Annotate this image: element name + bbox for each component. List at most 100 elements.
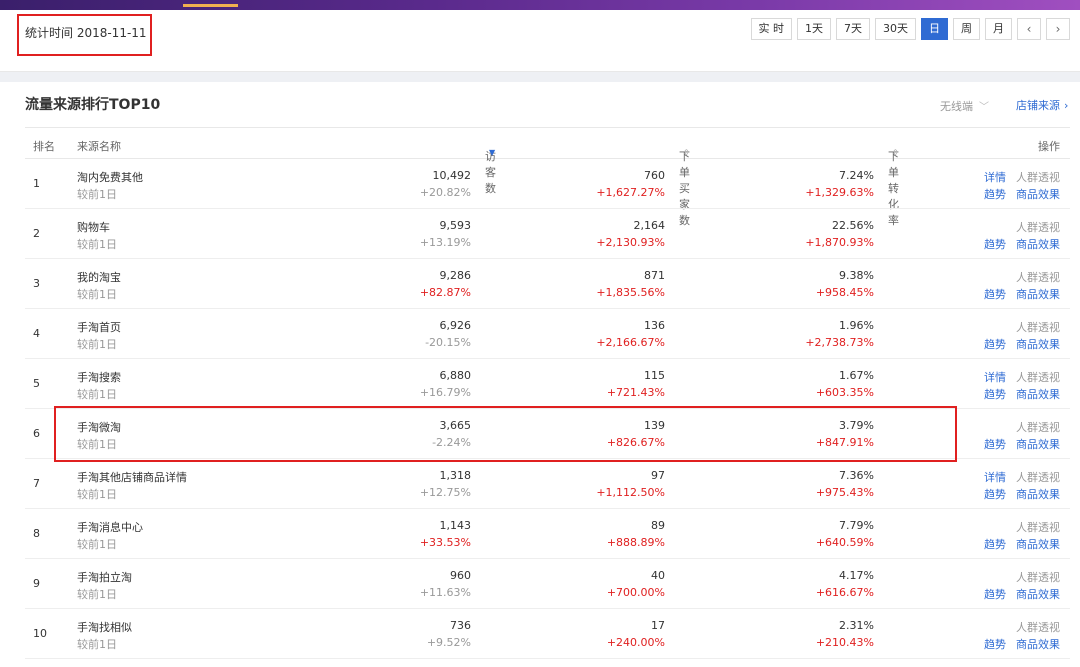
row-conversion: 7.24% xyxy=(839,169,874,182)
product-effect-link[interactable]: 商品效果 xyxy=(1016,538,1060,551)
row-visitors-change: -20.15% xyxy=(425,336,471,349)
row-source-name: 手淘微淘 xyxy=(77,421,121,434)
device-select[interactable]: 无线端 ﹀ xyxy=(940,98,989,114)
row-conversion: 7.79% xyxy=(839,519,874,532)
detail-link[interactable]: 详情 xyxy=(984,171,1006,184)
product-effect-link[interactable]: 商品效果 xyxy=(1016,288,1060,301)
stat-date-label: 统计时间 2018-11-11 xyxy=(25,26,147,40)
row-buyers: 136 xyxy=(644,319,665,332)
trend-link[interactable]: 趋势 xyxy=(984,638,1006,651)
row-buyers-change: +1,112.50% xyxy=(596,486,665,499)
crowd-link[interactable]: 人群透视 xyxy=(1016,321,1060,334)
product-effect-link[interactable]: 商品效果 xyxy=(1016,388,1060,401)
product-effect-link[interactable]: 商品效果 xyxy=(1016,238,1060,251)
next-arrow-icon[interactable]: › xyxy=(1046,18,1070,40)
product-effect-link[interactable]: 商品效果 xyxy=(1016,438,1060,451)
tab-day[interactable]: 日 xyxy=(921,18,948,40)
row-visitors-change: +12.75% xyxy=(419,486,471,499)
row-ops-bottom: 趋势 商品效果 xyxy=(974,386,1060,402)
crowd-link[interactable]: 人群透视 xyxy=(1016,621,1060,634)
row-conversion-change: +1,870.93% xyxy=(805,236,874,249)
row-ops-bottom: 趋势 商品效果 xyxy=(974,286,1060,302)
row-source-name: 淘内免费其他 xyxy=(77,171,143,184)
trend-link[interactable]: 趋势 xyxy=(984,238,1006,251)
product-effect-link[interactable]: 商品效果 xyxy=(1016,338,1060,351)
row-ops-top: 人群透视 xyxy=(1006,519,1060,535)
device-select-label: 无线端 xyxy=(940,100,973,113)
col-source-name: 来源名称 xyxy=(77,140,121,153)
row-compare-label: 较前1日 xyxy=(77,588,117,601)
row-buyers-change: +1,627.27% xyxy=(596,186,665,199)
row-buyers: 760 xyxy=(644,169,665,182)
crowd-link[interactable]: 人群透视 xyxy=(1016,171,1060,184)
table-header: 排名 来源名称 访客数 ▼ 下单买家数 ⇕ 下单转化率 ⇕ 操作 xyxy=(25,127,1070,227)
crowd-link[interactable]: 人群透视 xyxy=(1016,521,1060,534)
row-conversion-change: +603.35% xyxy=(815,386,874,399)
row-conversion: 7.36% xyxy=(839,469,874,482)
row-compare-label: 较前1日 xyxy=(77,338,117,351)
trend-link[interactable]: 趋势 xyxy=(984,388,1006,401)
table-body: 1 淘内免费其他 较前1日 10,492 +20.82% 760 +1,627.27% 7.2… xyxy=(25,159,1070,659)
trend-link[interactable]: 趋势 xyxy=(984,488,1006,501)
crowd-link[interactable]: 人群透视 xyxy=(1016,571,1060,584)
row-buyers: 17 xyxy=(651,619,665,632)
row-rank: 9 xyxy=(33,577,40,590)
product-effect-link[interactable]: 商品效果 xyxy=(1016,488,1060,501)
row-visitors: 1,318 xyxy=(439,469,472,482)
prev-arrow-icon[interactable]: ‹ xyxy=(1017,18,1041,40)
row-ops-top: 人群透视 xyxy=(1006,269,1060,285)
row-visitors: 960 xyxy=(450,569,471,582)
product-effect-link[interactable]: 商品效果 xyxy=(1016,588,1060,601)
row-compare-label: 较前1日 xyxy=(77,538,117,551)
row-conversion: 9.38% xyxy=(839,269,874,282)
row-compare-label: 较前1日 xyxy=(77,288,117,301)
row-visitors-change: -2.24% xyxy=(432,436,471,449)
tab-month[interactable]: 月 xyxy=(985,18,1012,40)
tab-30days[interactable]: 30天 xyxy=(875,18,916,40)
crowd-link[interactable]: 人群透视 xyxy=(1016,221,1060,234)
row-visitors: 10,492 xyxy=(432,169,472,182)
crowd-link[interactable]: 人群透视 xyxy=(1016,471,1060,484)
row-rank: 6 xyxy=(33,427,40,440)
row-conversion-change: +975.43% xyxy=(815,486,874,499)
tab-7days[interactable]: 7天 xyxy=(836,18,870,40)
trend-link[interactable]: 趋势 xyxy=(984,338,1006,351)
table-row: 10 手淘找相似 较前1日 736 +9.52% 17 +240.00% 2.31% +210.… xyxy=(25,609,1070,659)
trend-link[interactable]: 趋势 xyxy=(984,438,1006,451)
tab-realtime[interactable]: 实 时 xyxy=(750,18,792,40)
crowd-link[interactable]: 人群透视 xyxy=(1016,271,1060,284)
row-conversion-change: +210.43% xyxy=(815,636,874,649)
row-conversion: 22.56% xyxy=(832,219,874,232)
crowd-link[interactable]: 人群透视 xyxy=(1016,421,1060,434)
row-ops-top: 详情 人群透视 xyxy=(974,469,1060,485)
row-ops-top: 人群透视 xyxy=(1006,419,1060,435)
row-visitors: 3,665 xyxy=(439,419,472,432)
trend-link[interactable]: 趋势 xyxy=(984,288,1006,301)
tab-1day[interactable]: 1天 xyxy=(797,18,831,40)
row-buyers-change: +721.43% xyxy=(606,386,665,399)
row-buyers: 871 xyxy=(644,269,665,282)
tab-week[interactable]: 周 xyxy=(953,18,980,40)
row-source-name: 我的淘宝 xyxy=(77,271,121,284)
period-tabs: 实 时 1天 7天 30天 日 周 月 ‹ › xyxy=(750,18,1070,40)
product-effect-link[interactable]: 商品效果 xyxy=(1016,188,1060,201)
detail-link[interactable]: 详情 xyxy=(984,471,1006,484)
row-buyers-change: +2,166.67% xyxy=(596,336,665,349)
sort-desc-icon: ▼ xyxy=(489,148,496,157)
row-visitors-change: +20.82% xyxy=(419,186,471,199)
row-source-name: 手淘其他店铺商品详情 xyxy=(77,471,187,484)
row-visitors: 736 xyxy=(450,619,471,632)
trend-link[interactable]: 趋势 xyxy=(984,588,1006,601)
table-row: 7 手淘其他店铺商品详情 较前1日 1,318 +12.75% 97 +1,112.50% 7… xyxy=(25,459,1070,509)
shop-source-link[interactable]: 店铺来源 › xyxy=(1016,97,1068,113)
row-conversion-change: +1,329.63% xyxy=(805,186,874,199)
trend-link[interactable]: 趋势 xyxy=(984,538,1006,551)
row-visitors-change: +33.53% xyxy=(419,536,471,549)
crowd-link[interactable]: 人群透视 xyxy=(1016,371,1060,384)
table-row: 9 手淘拍立淘 较前1日 960 +11.63% 40 +700.00% 4.17% +616.… xyxy=(25,559,1070,609)
row-conversion-change: +847.91% xyxy=(815,436,874,449)
row-buyers: 115 xyxy=(644,369,665,382)
detail-link[interactable]: 详情 xyxy=(984,371,1006,384)
trend-link[interactable]: 趋势 xyxy=(984,188,1006,201)
product-effect-link[interactable]: 商品效果 xyxy=(1016,638,1060,651)
